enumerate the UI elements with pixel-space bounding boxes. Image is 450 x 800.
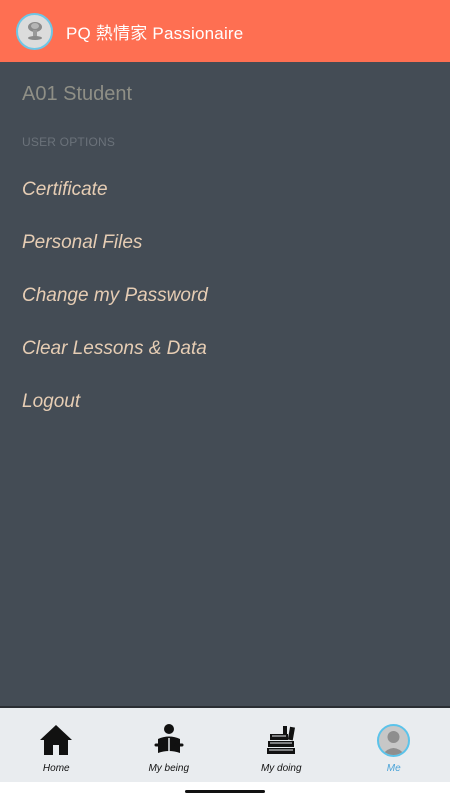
nav-label-me: Me <box>386 763 401 774</box>
menu-item-clear-lessons-data[interactable]: Clear Lessons & Data <box>22 338 207 360</box>
nav-home[interactable]: Home <box>0 708 113 782</box>
app-header: PQ 熱情家 Passionaire <box>0 0 450 62</box>
nav-label-home: Home <box>42 763 70 774</box>
section-label: USER OPTIONS <box>22 135 116 149</box>
avatar-icon <box>377 723 411 757</box>
nav-label-my-being: My being <box>148 763 190 774</box>
nav-label-my-doing: My doing <box>260 763 302 774</box>
menu-item-personal-files[interactable]: Personal Files <box>22 232 142 254</box>
nav-me[interactable]: Me <box>338 708 450 782</box>
nav-my-being[interactable]: My being <box>113 708 226 782</box>
user-options-drawer: A01 Student USER OPTIONS Certificate Per… <box>0 62 450 706</box>
nav-my-doing[interactable]: My doing <box>225 708 338 782</box>
menu-item-certificate[interactable]: Certificate <box>22 179 108 201</box>
house-icon <box>38 722 74 758</box>
menu-item-change-password[interactable]: Change my Password <box>22 285 208 307</box>
mushroom-cloud-logo-icon[interactable] <box>16 12 53 50</box>
app-title: PQ 熱情家 Passionaire <box>66 23 244 43</box>
avatar-icon-wrapper <box>376 722 412 758</box>
system-navigation-bar <box>0 782 450 800</box>
home-indicator[interactable] <box>185 790 265 793</box>
books-stack-icon <box>263 722 299 758</box>
bottom-navigation: Home My being My doing Me <box>0 706 450 782</box>
menu-item-logout[interactable]: Logout <box>22 391 80 413</box>
person-reading-icon <box>151 722 187 758</box>
user-name: A01 Student <box>22 83 133 105</box>
